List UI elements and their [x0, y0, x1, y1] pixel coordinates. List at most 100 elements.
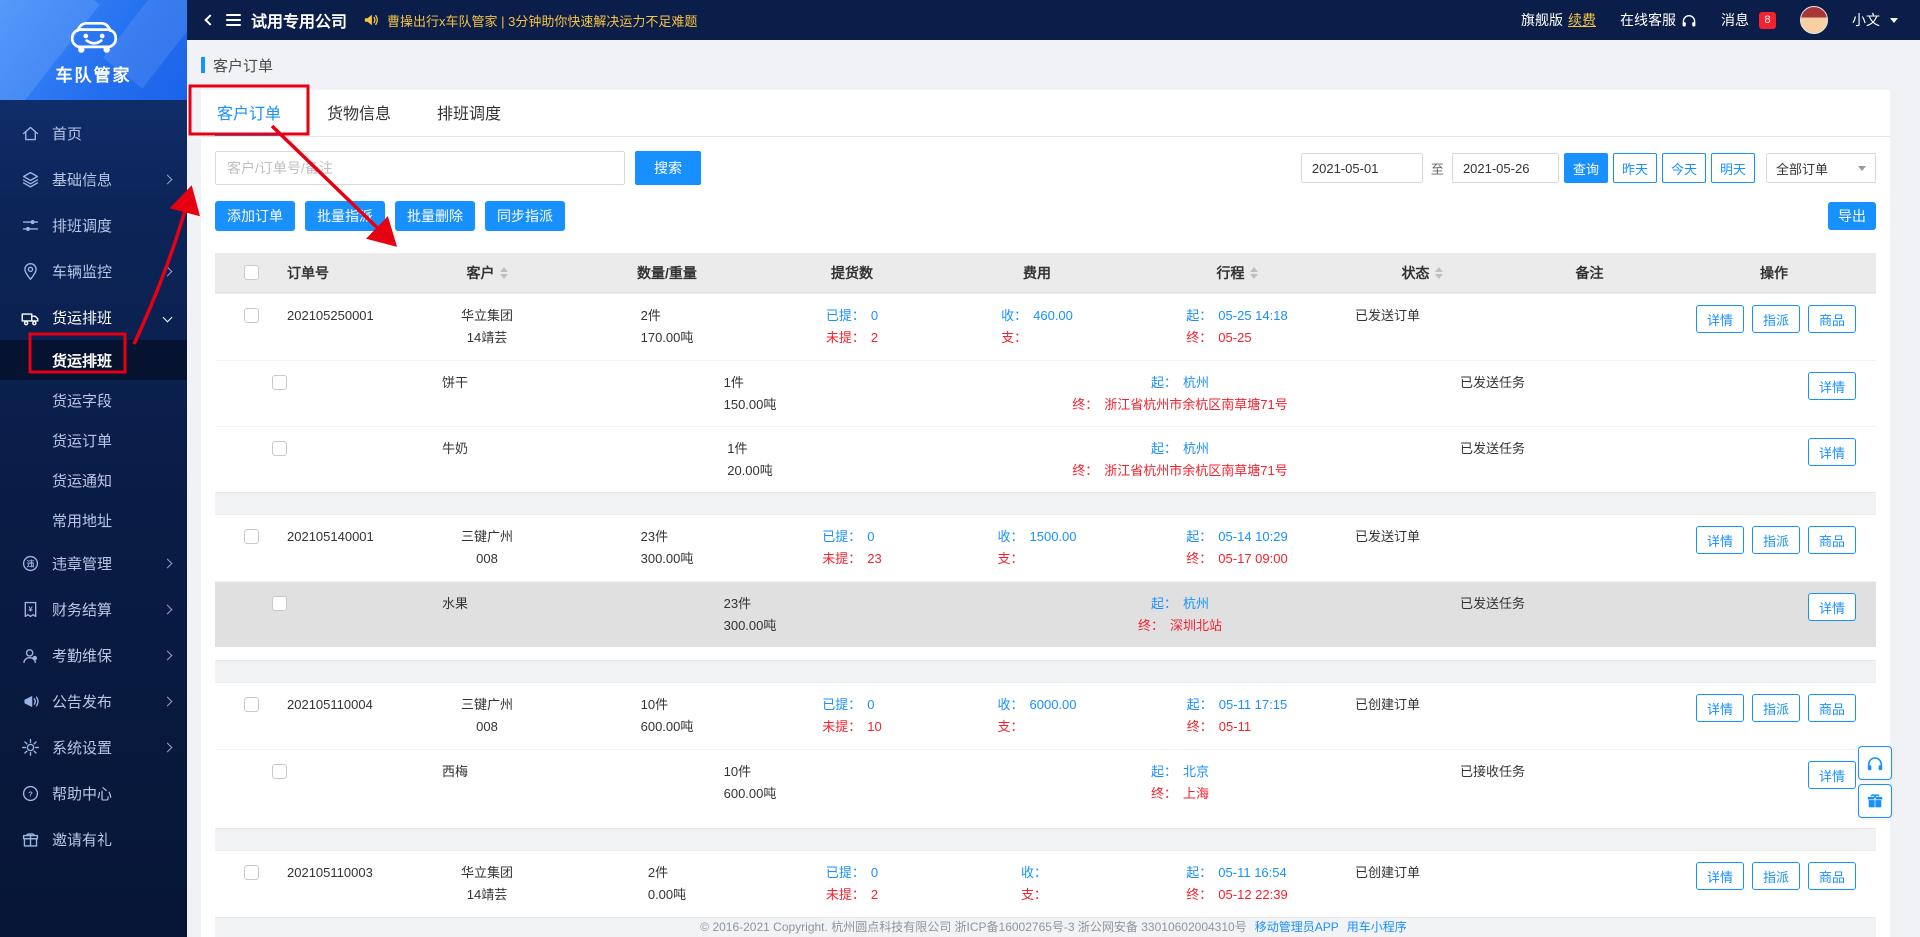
weight: 600.00吨 — [640, 719, 694, 734]
sidebar-item-freight-scheduling[interactable]: 货运排班 — [0, 294, 187, 340]
collapse-sidebar-icon[interactable] — [204, 14, 216, 26]
brand-name: 车队管家 — [55, 65, 132, 85]
sidebar-item-vehicle-monitor[interactable]: 车辆监控 — [0, 248, 187, 294]
avatar[interactable] — [1800, 6, 1828, 34]
detail-button[interactable]: 详情 — [1695, 862, 1744, 890]
detail-button[interactable]: 详情 — [1807, 593, 1856, 621]
sync-assign-button[interactable]: 同步指派 — [485, 201, 565, 231]
renew-link[interactable]: 续费 — [1568, 10, 1596, 30]
date-to-input[interactable] — [1451, 153, 1559, 183]
sidebar-item-help-center[interactable]: ? 帮助中心 — [0, 770, 187, 816]
detail-button[interactable]: 详情 — [1807, 372, 1856, 400]
page-title: 客户订单 — [213, 57, 274, 75]
edition-label: 旗舰版 — [1521, 12, 1563, 28]
goods-button[interactable]: 商品 — [1807, 305, 1856, 333]
row-checkbox[interactable] — [243, 529, 259, 544]
messages-link[interactable]: 消息 8 — [1721, 10, 1776, 30]
sidebar-item-invite[interactable]: 邀请有礼 — [0, 816, 187, 862]
export-button[interactable]: 导出 — [1828, 202, 1876, 230]
order-type-select[interactable]: 全部订单 — [1766, 153, 1876, 183]
goods-button[interactable]: 商品 — [1807, 694, 1856, 722]
select-all-checkbox-cell — [215, 265, 287, 280]
detail-button[interactable]: 详情 — [1695, 305, 1744, 333]
tab-customer-orders[interactable]: 客户订单 — [215, 100, 284, 136]
column-header: 订单号 — [287, 263, 407, 283]
today-button[interactable]: 今天 — [1661, 153, 1706, 183]
detail-button[interactable]: 详情 — [1695, 526, 1744, 554]
column-header: 费用 — [937, 263, 1137, 283]
sidebar-item-settings[interactable]: 系统设置 — [0, 724, 187, 770]
sidebar-item-home[interactable]: 首页 — [0, 110, 187, 156]
remark-cell — [1507, 851, 1672, 862]
chevron-right-icon — [162, 604, 173, 614]
assign-button[interactable]: 指派 — [1751, 694, 1800, 722]
sidebar-subitem-common-address[interactable]: 常用地址 — [0, 500, 187, 540]
batch-assign-button[interactable]: 批量指派 — [305, 201, 385, 231]
tomorrow-button[interactable]: 明天 — [1710, 153, 1755, 183]
trip-cell: 起： 05-11 16:54 终： 05-12 22:39 — [1186, 865, 1288, 902]
query-button[interactable]: 查询 — [1563, 153, 1608, 183]
row-checkbox[interactable] — [272, 764, 287, 779]
detail-button[interactable]: 详情 — [1695, 694, 1744, 722]
column-header[interactable]: 状态 — [1337, 263, 1507, 283]
pickup-cell: 已提： 0 未提： 10 — [822, 697, 882, 734]
sidebar-item-shift-scheduling[interactable]: 排班调度 — [0, 202, 187, 248]
goods-button[interactable]: 商品 — [1807, 526, 1856, 554]
online-service-link[interactable]: 在线客服 — [1620, 10, 1697, 30]
remark-cell — [1507, 294, 1672, 305]
row-actions: 详情 指派 商品 — [1672, 683, 1876, 722]
sidebar-subitem-freight-scheduling-sub[interactable]: 货运排班 — [0, 340, 187, 380]
sidebar-subitem-freight-fields[interactable]: 货运字段 — [0, 380, 187, 420]
quantity: 1件 — [727, 441, 748, 456]
column-header[interactable]: 客户 — [407, 263, 567, 283]
chevron-down-icon — [1890, 17, 1898, 23]
menu-list-icon[interactable] — [226, 14, 241, 26]
detail-button[interactable]: 详情 — [1807, 761, 1856, 789]
fee-cell: 收： 支： — [1020, 865, 1047, 902]
detail-button[interactable]: 详情 — [1807, 438, 1856, 466]
quantity: 10件 — [723, 764, 752, 779]
row-checkbox[interactable] — [272, 375, 287, 390]
admin-app-link[interactable]: 移动管理员APP — [1255, 920, 1339, 934]
assign-button[interactable]: 指派 — [1751, 862, 1800, 890]
sidebar-item-basic-info[interactable]: 基础信息 — [0, 156, 187, 202]
select-all-checkbox[interactable] — [243, 265, 259, 280]
goods-button[interactable]: 商品 — [1807, 862, 1856, 890]
order-number: 202105250001 — [287, 308, 374, 323]
tab-goods-info[interactable]: 货物信息 — [325, 100, 393, 136]
user-menu[interactable]: 小文 — [1852, 10, 1898, 30]
sidebar-item-finance[interactable]: ¥ 财务结算 — [0, 586, 187, 632]
sidebar-item-violation[interactable]: 违 违章管理 — [0, 540, 187, 586]
username: 小文 — [1852, 12, 1880, 28]
status-text: 已发送任务 — [1460, 596, 1526, 611]
batch-delete-button[interactable]: 批量删除 — [395, 201, 475, 231]
row-actions: 详情 — [1670, 361, 1876, 400]
invite-gift-float-button[interactable] — [1858, 784, 1892, 818]
row-checkbox[interactable] — [243, 697, 259, 712]
yesterday-button[interactable]: 昨天 — [1612, 153, 1657, 183]
row-checkbox[interactable] — [272, 441, 287, 456]
finance-icon: ¥ — [20, 599, 40, 619]
add-order-button[interactable]: 添加订单 — [215, 201, 295, 231]
sidebar-subitem-freight-orders[interactable]: 货运订单 — [0, 420, 187, 460]
tab-bar: 客户订单 货物信息 排班调度 — [201, 90, 1890, 137]
assign-button[interactable]: 指派 — [1751, 305, 1800, 333]
customer-service-float-button[interactable] — [1858, 746, 1892, 780]
row-checkbox[interactable] — [243, 865, 259, 880]
trip-cell: 起： 05-25 14:18 终： 05-25 — [1186, 308, 1288, 345]
row-checkbox[interactable] — [243, 308, 259, 323]
date-from-input[interactable] — [1300, 153, 1423, 183]
tab-scheduling[interactable]: 排班调度 — [435, 100, 503, 136]
edition-renew-link[interactable]: 旗舰版 续费 — [1521, 10, 1596, 30]
app-logo[interactable]: 车队管家 — [0, 0, 187, 100]
column-header[interactable]: 行程 — [1137, 263, 1337, 283]
sidebar-item-attendance[interactable]: 考勤维保 — [0, 632, 187, 678]
row-checkbox[interactable] — [272, 596, 287, 611]
sidebar-subitem-freight-notice[interactable]: 货运通知 — [0, 460, 187, 500]
weight: 0.00吨 — [647, 887, 687, 902]
mini-program-link[interactable]: 用车小程序 — [1347, 920, 1407, 934]
search-input[interactable] — [215, 151, 625, 185]
search-button[interactable]: 搜索 — [635, 151, 701, 185]
sidebar-item-announcement[interactable]: 公告发布 — [0, 678, 187, 724]
assign-button[interactable]: 指派 — [1751, 526, 1800, 554]
